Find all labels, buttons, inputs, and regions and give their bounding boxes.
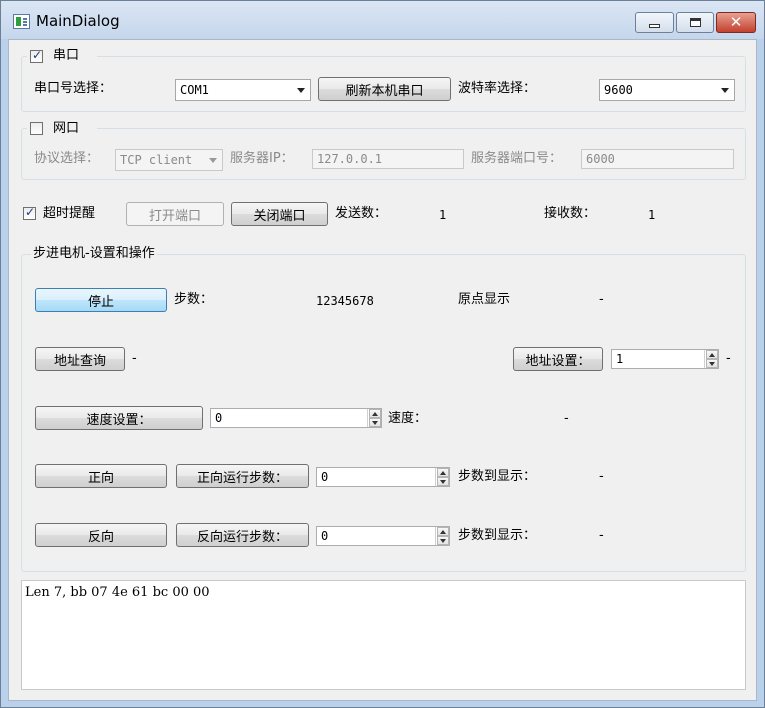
spin-down-icon[interactable] — [706, 359, 718, 368]
spin-arrows — [704, 350, 718, 368]
protocol-label: 协议选择： — [34, 151, 100, 166]
main-dialog-window: MainDialog ✕ 串口 串口号选择： COM1 刷新本机串口 波特率选择… — [0, 0, 765, 708]
minimize-icon — [649, 23, 660, 28]
motor-group-label: 步进电机-设置和操作 — [31, 245, 157, 263]
spin-arrows — [435, 468, 449, 486]
close-port-button[interactable]: 关闭端口 — [231, 202, 328, 226]
log-line: Len 7, bb 07 4e 61 bc 00 00 — [25, 585, 210, 600]
spin-up-icon[interactable] — [437, 527, 449, 536]
reverse-steps-value: 0 — [321, 529, 329, 543]
sent-count-label: 发送数： — [335, 206, 388, 221]
reverse-steps-button[interactable]: 反向运行步数： — [176, 523, 309, 547]
address-query-button[interactable]: 地址查询 — [35, 347, 125, 371]
window-title: MainDialog — [36, 12, 120, 30]
steps-value: 12345678 — [316, 294, 374, 308]
spin-down-icon[interactable] — [369, 418, 381, 427]
network-group-label: 网口 — [53, 121, 80, 136]
reverse-button[interactable]: 反向 — [35, 523, 167, 547]
close-icon: ✕ — [729, 13, 743, 31]
protocol-select[interactable]: TCP client — [115, 149, 223, 171]
address-set-value: 1 — [616, 352, 624, 366]
chevron-down-icon — [721, 88, 729, 93]
address-set-button[interactable]: 地址设置： — [513, 347, 603, 371]
network-group-header: 网口 — [27, 120, 97, 138]
reverse-steps-spinbox[interactable]: 0 — [316, 526, 450, 546]
forward-steps-button[interactable]: 正向运行步数： — [176, 464, 309, 488]
chevron-down-icon — [209, 158, 217, 163]
spin-down-icon[interactable] — [437, 536, 449, 545]
spin-up-icon[interactable] — [437, 468, 449, 477]
server-ip-field[interactable]: 127.0.0.1 — [312, 149, 464, 169]
speed-label: 速度： — [388, 411, 428, 426]
speed-set-spinbox[interactable]: 0 — [210, 408, 382, 428]
sent-count-value: 1 — [439, 208, 447, 222]
serial-port-select[interactable]: COM1 — [175, 79, 311, 101]
address-query-value: - — [132, 351, 137, 366]
forward-reached-value: - — [599, 469, 604, 484]
spin-down-icon[interactable] — [437, 477, 449, 486]
title-bar[interactable]: MainDialog ✕ — [1, 1, 764, 39]
spin-up-icon[interactable] — [706, 350, 718, 359]
recv-count-label: 接收数： — [544, 206, 597, 221]
reverse-reached-value: - — [599, 528, 604, 543]
speed-value: - — [564, 411, 569, 426]
serial-enable-checkbox[interactable] — [30, 48, 43, 63]
timeout-alert-label: 超时提醒 — [43, 206, 96, 221]
origin-display-value: - — [599, 292, 604, 307]
app-icon — [13, 14, 30, 29]
forward-steps-spinbox[interactable]: 0 — [316, 467, 450, 487]
baud-rate-select[interactable]: 9600 — [599, 79, 735, 101]
spin-arrows — [367, 409, 381, 427]
maximize-icon — [689, 18, 701, 27]
serial-group-header: 串口 — [27, 47, 97, 65]
steps-label: 步数： — [174, 292, 214, 307]
dialog-client-area: 串口 串口号选择： COM1 刷新本机串口 波特率选择： 9600 网口 协议选… — [8, 39, 757, 701]
server-ip-label: 服务器IP： — [230, 151, 294, 166]
maximize-button[interactable] — [676, 12, 714, 33]
serial-group-label: 串口 — [53, 48, 80, 63]
speed-set-value: 0 — [215, 411, 223, 425]
refresh-ports-button[interactable]: 刷新本机串口 — [318, 77, 451, 101]
spin-up-icon[interactable] — [369, 409, 381, 418]
protocol-value: TCP client — [120, 153, 193, 167]
network-enable-checkbox[interactable] — [30, 122, 43, 135]
address-set-suffix: - — [726, 351, 731, 366]
minimize-button[interactable] — [635, 12, 674, 33]
serial-port-value: COM1 — [180, 83, 209, 97]
server-port-label: 服务器端口号： — [471, 151, 563, 166]
speed-set-button[interactable]: 速度设置： — [35, 406, 203, 430]
server-port-field[interactable]: 6000 — [581, 149, 734, 169]
recv-count-value: 1 — [648, 208, 656, 222]
forward-reached-label: 步数到显示： — [458, 469, 537, 484]
close-button[interactable]: ✕ — [716, 12, 756, 33]
baud-rate-value: 9600 — [604, 83, 633, 97]
chevron-down-icon — [297, 88, 305, 93]
open-port-button[interactable]: 打开端口 — [126, 202, 224, 226]
receive-log-textarea[interactable]: Len 7, bb 07 4e 61 bc 00 00 — [21, 580, 746, 690]
address-set-spinbox[interactable]: 1 — [611, 349, 719, 369]
origin-display-label: 原点显示 — [458, 292, 511, 307]
spin-arrows — [435, 527, 449, 545]
stop-button[interactable]: 停止 — [35, 288, 167, 312]
reverse-reached-label: 步数到显示： — [458, 528, 537, 543]
forward-button[interactable]: 正向 — [35, 464, 167, 488]
forward-steps-value: 0 — [321, 470, 329, 484]
baud-rate-label: 波特率选择： — [458, 81, 537, 96]
serial-port-label: 串口号选择： — [34, 81, 113, 96]
timeout-alert-checkbox[interactable] — [23, 205, 36, 220]
